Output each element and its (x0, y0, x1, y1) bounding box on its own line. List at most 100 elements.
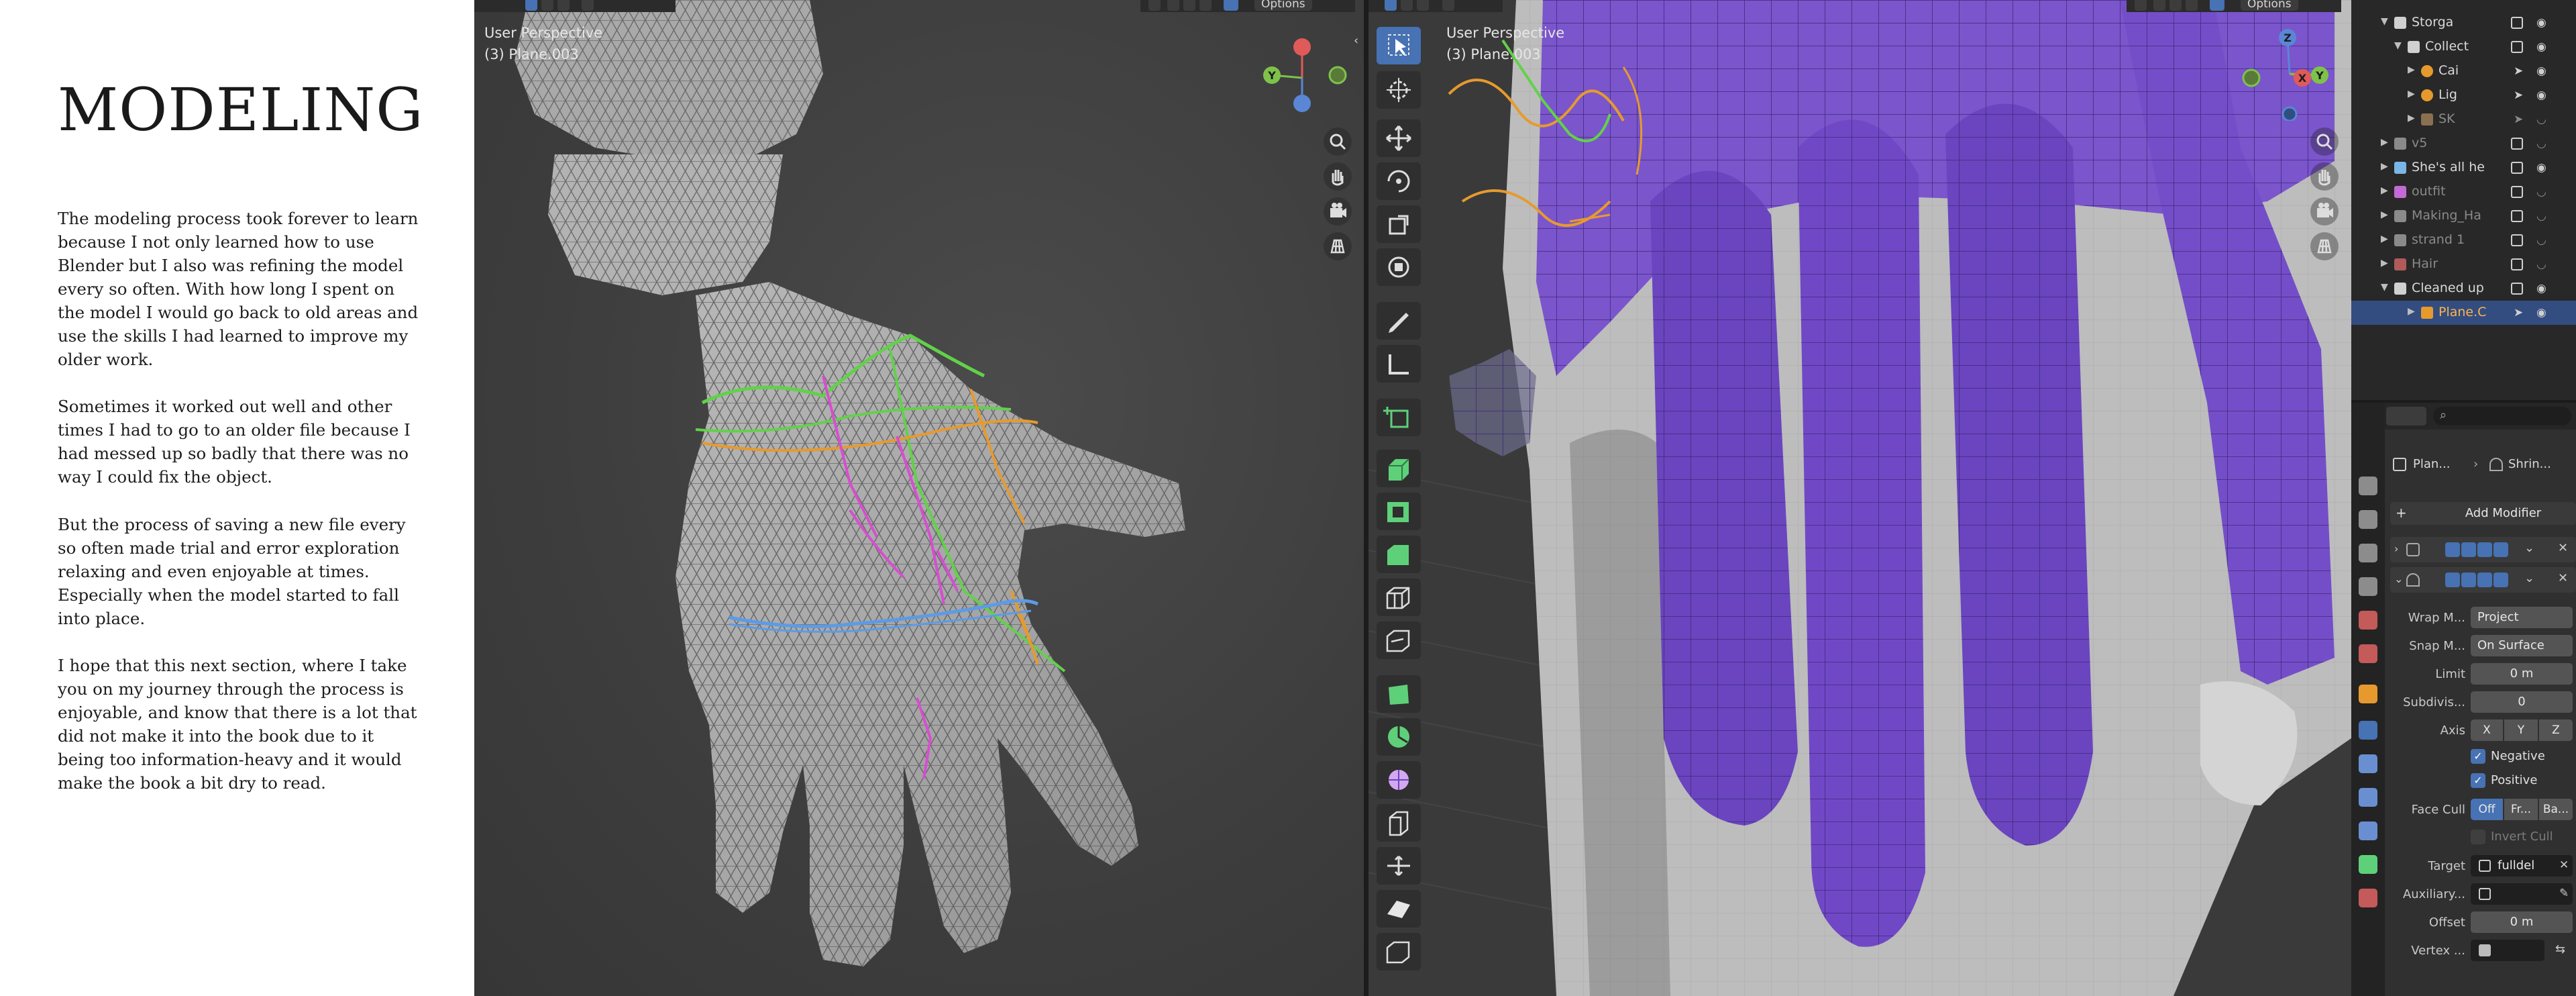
face-cull-back-toggle[interactable]: Ba... (2539, 799, 2573, 820)
offset-field[interactable]: 0 m (2471, 911, 2573, 933)
visibility-eye-icon[interactable]: ◉ (2536, 64, 2551, 78)
select-mode-vertex-right[interactable] (1385, 0, 1397, 11)
outliner-item-making-hair[interactable]: ▶ Making_Ha ◡ (2351, 204, 2576, 228)
loop-cut-tool[interactable] (1377, 579, 1421, 616)
axis-z-toggle[interactable]: Z (2539, 719, 2573, 741)
spin-tool[interactable] (1377, 718, 1421, 756)
inset-tool[interactable] (1377, 493, 1421, 530)
search-input[interactable]: ⌕ (2433, 407, 2571, 426)
render-toggle-icon[interactable] (2493, 572, 2508, 587)
hidden-eye-icon[interactable]: ◡ (2536, 113, 2551, 126)
render-tab-icon[interactable] (2359, 510, 2377, 529)
overlay-toggle[interactable] (582, 0, 594, 11)
shear-tool[interactable] (1377, 890, 1421, 928)
cage-toggle-icon[interactable] (2461, 542, 2476, 557)
modifier-wrench-icon[interactable] (2359, 721, 2377, 740)
hidden-eye-icon[interactable]: ◡ (2536, 234, 2551, 247)
snap-mode-select[interactable]: On Surface (2471, 635, 2573, 656)
viewport-garment[interactable] (1368, 0, 2351, 996)
area-divider[interactable] (1364, 0, 1368, 996)
outliner-item-shes-all-here[interactable]: ▶ She's all he ◉ (2351, 156, 2576, 180)
render-toggle-icon[interactable] (2493, 542, 2508, 557)
outliner-item-hair[interactable]: ▶ Hair ◡ (2351, 252, 2576, 277)
view-layer-tab-icon[interactable] (2359, 577, 2377, 596)
hand-pan-icon[interactable] (1324, 162, 1352, 191)
exclude-checkbox[interactable] (2511, 162, 2523, 174)
dropdown-chevron-icon[interactable]: ⌄ (2524, 571, 2534, 585)
world-tab-icon[interactable] (2359, 644, 2377, 663)
navigation-gizmo-right[interactable]: Z X Y (2239, 20, 2340, 121)
mirror-z-button[interactable] (1199, 0, 1212, 11)
face-cull-front-toggle[interactable]: Fr... (2504, 799, 2538, 820)
select-arrow-icon[interactable]: ➤ (2514, 89, 2528, 102)
scene-tab-icon[interactable] (2359, 611, 2377, 630)
gizmo-neg-z-axis[interactable] (1293, 95, 1311, 112)
invert-cull-checkbox[interactable] (2471, 830, 2485, 844)
hand-pan-icon-right[interactable] (2310, 162, 2339, 191)
transform-tool[interactable] (1377, 248, 1421, 286)
edge-slide-tool[interactable] (1377, 804, 1421, 842)
exclude-checkbox[interactable] (2511, 210, 2523, 222)
gizmo-neg-y-axis[interactable] (1328, 66, 1347, 85)
exclude-checkbox[interactable] (2511, 186, 2523, 198)
mirror-x-button-right[interactable] (2153, 0, 2165, 11)
object-tab-icon[interactable] (2359, 685, 2377, 703)
face-cull-off-toggle[interactable]: Off (2471, 799, 2503, 820)
eyedropper-icon[interactable]: ✎ (2559, 887, 2569, 900)
exclude-checkbox[interactable] (2511, 138, 2523, 150)
collapse-arrow-icon[interactable]: ‹ (1354, 34, 1358, 48)
exclude-checkbox[interactable] (2511, 234, 2523, 246)
expand-chevron-icon[interactable]: › (2394, 542, 2398, 555)
scale-tool[interactable] (1377, 205, 1421, 243)
annotate-tool[interactable] (1377, 302, 1421, 340)
particles-tab-icon[interactable] (2359, 754, 2377, 773)
add-modifier-button[interactable]: + Add Modifier (2390, 502, 2576, 525)
visibility-eye-icon[interactable]: ◉ (2536, 282, 2551, 295)
zoom-icon-right[interactable] (2310, 128, 2339, 156)
positive-checkbox[interactable]: ✓ (2471, 773, 2485, 788)
measure-tool[interactable] (1377, 345, 1421, 383)
tool-tab-icon[interactable] (2359, 477, 2377, 495)
select-mode-edge[interactable] (541, 0, 553, 11)
auto-merge-icon-right[interactable] (2210, 0, 2224, 11)
outliner-item-camera[interactable]: ▶ Cai ➤ ◉ (2351, 59, 2576, 83)
output-tab-icon[interactable] (2359, 544, 2377, 562)
wrap-method-select[interactable]: Project (2471, 607, 2573, 628)
extrude-tool[interactable] (1377, 450, 1421, 487)
axis-y-toggle[interactable]: Y (2504, 719, 2538, 741)
shrink-fatten-tool[interactable] (1377, 847, 1421, 885)
visibility-eye-icon[interactable]: ◉ (2536, 306, 2551, 319)
exclude-checkbox[interactable] (2511, 17, 2523, 29)
exclude-checkbox[interactable] (2511, 283, 2523, 295)
options-dropdown-right[interactable]: Options (2241, 0, 2298, 11)
clear-target-icon[interactable]: ✕ (2559, 858, 2569, 872)
visibility-eye-icon[interactable]: ◉ (2536, 40, 2551, 54)
knife-tool[interactable] (1377, 621, 1421, 659)
invert-arrows-icon[interactable]: ⇆ (2555, 942, 2565, 956)
overlay-toggle-right[interactable] (1442, 0, 1454, 11)
visibility-eye-icon[interactable]: ◉ (2536, 89, 2551, 102)
editor-type-dropdown[interactable] (2386, 407, 2426, 426)
grid-view-icon[interactable] (1324, 232, 1352, 260)
select-box-tool[interactable] (1377, 27, 1421, 64)
snap-icon[interactable] (1148, 0, 1161, 11)
outliner-item-sk[interactable]: ▶ SK ➤ ◡ (2351, 107, 2576, 132)
add-cube-tool[interactable] (1377, 399, 1421, 436)
negative-checkbox[interactable]: ✓ (2471, 749, 2485, 764)
select-mode-edge-right[interactable] (1401, 0, 1413, 11)
select-mode-face-right[interactable] (1417, 0, 1429, 11)
mirror-y-button-right[interactable] (2169, 0, 2182, 11)
data-tab-icon[interactable] (2359, 855, 2377, 874)
modifier-1-header[interactable]: › ⌄ ✕ (2390, 537, 2576, 562)
material-tab-icon[interactable] (2359, 889, 2377, 907)
gizmo-z-axis[interactable] (1293, 38, 1311, 56)
camera-icon[interactable] (1324, 197, 1352, 226)
edit-mode-toggle-icon[interactable] (2445, 572, 2460, 587)
outliner-item-strand-1[interactable]: ▶ strand 1 ◡ (2351, 228, 2576, 252)
navigation-gizmo-left[interactable]: Y (1252, 31, 1352, 132)
outliner-item-light[interactable]: ▶ Lig ➤ ◉ (2351, 83, 2576, 107)
exclude-checkbox[interactable] (2511, 258, 2523, 270)
outliner-item-plane-active[interactable]: ▶ Plane.C ➤ ◉ (2351, 301, 2576, 325)
limit-field[interactable]: 0 m (2471, 663, 2573, 685)
select-arrow-icon[interactable]: ➤ (2514, 113, 2528, 126)
